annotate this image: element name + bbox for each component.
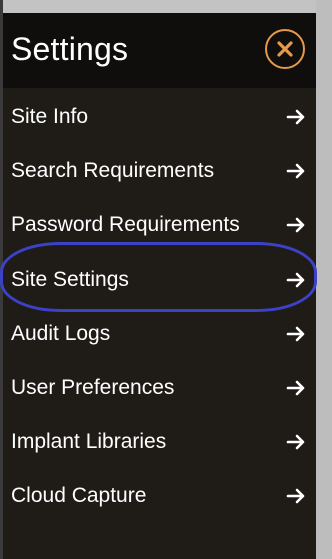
- menu-item-label: Search Requirements: [11, 159, 215, 183]
- arrow-right-icon: [286, 489, 305, 504]
- arrow-right-icon: [286, 109, 305, 125]
- menu-item-label: Site Info: [11, 105, 89, 128]
- menu-item-password-requirements[interactable]: Password Requirements: [3, 197, 316, 251]
- menu-item-label: Cloud Capture: [11, 484, 147, 508]
- arrow-right-icon: [286, 163, 305, 179]
- settings-title: Settings: [11, 31, 129, 67]
- menu-item-label: Implant Libraries: [11, 430, 167, 454]
- menu-item-site-info[interactable]: Site Info: [3, 89, 316, 143]
- menu-item-audit-logs[interactable]: Audit Logs: [3, 306, 316, 360]
- arrow-right-icon: [286, 272, 305, 287]
- menu-item-label: Password Requirements: [11, 213, 240, 237]
- arrow-right-icon: [286, 326, 305, 342]
- menu-item-label: User Preferences: [11, 375, 175, 399]
- menu-item-label: Audit Logs: [11, 321, 111, 345]
- settings-panel: Settings Site Info Search Requirements P…: [0, 13, 317, 559]
- window-frame-top: [0, 0, 332, 13]
- settings-menu: Site Info Search Requirements Password R…: [3, 89, 316, 523]
- menu-item-cloud-capture[interactable]: Cloud Capture: [3, 468, 316, 522]
- menu-item-implant-libraries[interactable]: Implant Libraries: [3, 414, 316, 468]
- close-x-icon: [277, 41, 293, 57]
- window-frame-right: [316, 0, 332, 559]
- arrow-right-icon: [286, 380, 305, 396]
- menu-item-label: Site Settings: [11, 267, 129, 291]
- arrow-right-icon: [286, 218, 305, 233]
- settings-header: Settings: [3, 13, 316, 88]
- menu-item-site-settings[interactable]: Site Settings: [3, 252, 316, 306]
- menu-item-user-preferences[interactable]: User Preferences: [3, 360, 316, 414]
- menu-item-search-requirements[interactable]: Search Requirements: [3, 143, 316, 197]
- arrow-right-icon: [286, 434, 305, 450]
- close-button[interactable]: [265, 29, 305, 69]
